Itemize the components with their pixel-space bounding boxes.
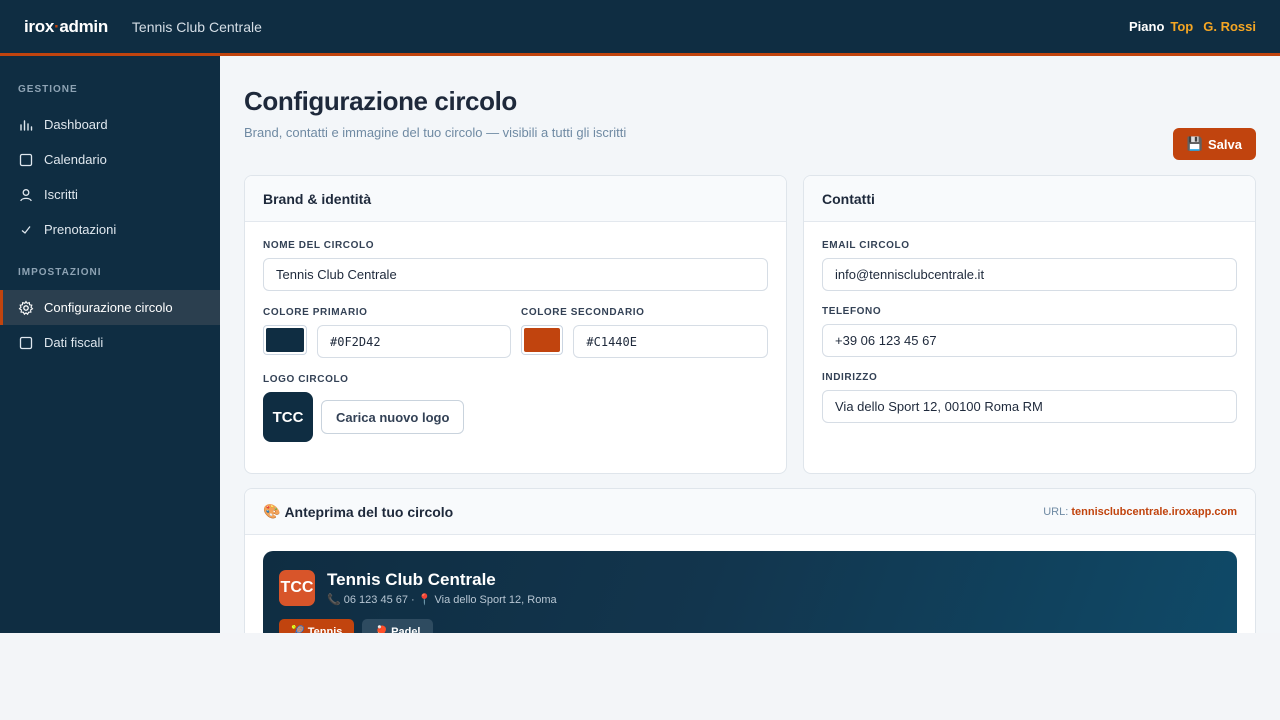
gear-icon bbox=[18, 300, 34, 316]
club-name: Tennis Club Centrale bbox=[131, 18, 262, 35]
brand-card-body: NOME DEL CIRCOLO Tennis Club Centrale CO… bbox=[245, 222, 786, 456]
sidebar-item-iscritti[interactable]: Iscritti bbox=[0, 177, 220, 212]
document-icon bbox=[18, 335, 34, 351]
primary-color-field: COLORE PRIMARIO #0F2D42 bbox=[263, 307, 511, 358]
color-fields: COLORE PRIMARIO #0F2D42 COLORE SECONDARI… bbox=[263, 307, 768, 358]
calendar-icon bbox=[18, 152, 34, 168]
brand-identity-card: Brand & identità NOME DEL CIRCOLO Tennis… bbox=[244, 175, 787, 474]
club-name-input[interactable]: Tennis Club Centrale bbox=[263, 258, 768, 291]
club-logo: TCC bbox=[263, 392, 313, 442]
preview-banner: TCC Tennis Club Centrale 📞 06 123 45 67 … bbox=[263, 551, 1237, 633]
sidebar-item-calendario[interactable]: Calendario bbox=[0, 142, 220, 177]
phone-label: TELEFONO bbox=[822, 306, 882, 317]
sidebar-item-dati-fiscali[interactable]: Dati fiscali bbox=[0, 325, 220, 360]
email-label: EMAIL CIRCOLO bbox=[822, 240, 910, 251]
sidebar-item-prenotazioni[interactable]: Prenotazioni bbox=[0, 212, 220, 247]
url-label: URL: bbox=[1043, 505, 1069, 518]
save-button[interactable]: 💾 Salva bbox=[1172, 128, 1256, 160]
banner-contact-info: 📞 06 123 45 67 · 📍 Via dello Sport 12, R… bbox=[327, 594, 557, 606]
user-icon bbox=[18, 187, 34, 203]
secondary-color-fill bbox=[524, 328, 561, 352]
user-name[interactable]: G. Rossi bbox=[1203, 19, 1256, 34]
secondary-color-label: COLORE SECONDARIO bbox=[521, 307, 645, 318]
sidebar-item-label: Calendario bbox=[44, 152, 107, 167]
club-name-label: NOME DEL CIRCOLO bbox=[263, 240, 375, 251]
preview-card-header: 🎨 Anteprima del tuo circolo URL: tennisc… bbox=[245, 489, 1255, 535]
plan-tier: Top bbox=[1170, 19, 1194, 34]
url-link[interactable]: tennisclubcentrale.iroxapp.com bbox=[1071, 506, 1237, 518]
check-icon bbox=[18, 222, 34, 238]
page-subtitle: Brand, contatti e immagine del tuo circo… bbox=[244, 125, 627, 140]
sidebar-section-impostazioni: IMPOSTAZIONI bbox=[18, 267, 102, 278]
main-content: Configurazione circolo Brand, contatti e… bbox=[220, 56, 1280, 633]
club-url: URL: tennisclubcentrale.iroxapp.com bbox=[1043, 506, 1237, 518]
banner-logo: TCC bbox=[279, 570, 315, 606]
plan-label: Piano bbox=[1128, 19, 1165, 34]
preview-card-title: Anteprima del tuo circolo bbox=[284, 503, 454, 520]
save-button-label: Salva bbox=[1208, 136, 1242, 152]
phone-field[interactable]: +39 06 123 45 67 bbox=[822, 324, 1237, 357]
primary-color-input[interactable]: #0F2D42 bbox=[317, 325, 511, 358]
secondary-color-field: COLORE SECONDARIO #C1440E bbox=[521, 307, 768, 358]
sidebar-item-dashboard[interactable]: Dashboard bbox=[0, 107, 220, 142]
account-area: Piano Top G. Rossi bbox=[1129, 19, 1256, 34]
secondary-color-input[interactable]: #C1440E bbox=[573, 325, 768, 358]
sidebar-item-configurazione-circolo[interactable]: Configurazione circolo bbox=[0, 290, 220, 325]
page-title: Configurazione circolo bbox=[244, 86, 517, 116]
top-bar: irox·admin Tennis Club Centrale Piano To… bbox=[0, 0, 1280, 56]
sidebar-item-label: Configurazione circolo bbox=[44, 300, 173, 315]
app-logo[interactable]: irox·admin bbox=[24, 17, 108, 37]
floppy-disk-icon: 💾 bbox=[1186, 136, 1204, 151]
secondary-color-swatch[interactable] bbox=[521, 325, 564, 355]
address-field[interactable]: Via dello Sport 12, 00100 Roma RM bbox=[822, 390, 1237, 423]
brand-card-title: Brand & identità bbox=[245, 176, 786, 222]
sidebar-item-label: Dati fiscali bbox=[44, 335, 104, 350]
palette-icon: 🎨 bbox=[263, 503, 281, 519]
sidebar-item-label: Dashboard bbox=[44, 117, 108, 132]
primary-color-fill bbox=[266, 328, 304, 352]
chip-tennis[interactable]: 🎾 Tennis bbox=[279, 619, 355, 633]
contacts-card-body: EMAIL CIRCOLO info@tennisclubcentrale.it… bbox=[804, 222, 1255, 437]
preview-card: 🎨 Anteprima del tuo circolo URL: tennisc… bbox=[244, 488, 1256, 633]
sidebar-section-gestione: GESTIONE bbox=[18, 84, 78, 95]
primary-color-label: COLORE PRIMARIO bbox=[263, 307, 368, 318]
email-field[interactable]: info@tennisclubcentrale.it bbox=[822, 258, 1237, 291]
brand-right: admin bbox=[59, 16, 108, 36]
bar-chart-icon bbox=[18, 117, 34, 133]
primary-color-swatch[interactable] bbox=[263, 325, 307, 355]
contacts-card-title: Contatti bbox=[804, 176, 1255, 222]
brand-left: irox bbox=[24, 16, 54, 36]
logo-row: TCC Carica nuovo logo bbox=[263, 392, 768, 442]
upload-logo-button[interactable]: Carica nuovo logo bbox=[321, 400, 465, 434]
address-label: INDIRIZZO bbox=[822, 372, 878, 383]
sport-chips: 🎾 Tennis 🏓 Padel bbox=[279, 619, 433, 633]
sidebar-item-label: Iscritti bbox=[44, 187, 78, 202]
banner-club-name: Tennis Club Centrale bbox=[327, 570, 496, 589]
app-window: irox·admin Tennis Club Centrale Piano To… bbox=[0, 0, 1280, 633]
contacts-card: Contatti EMAIL CIRCOLO info@tennisclubce… bbox=[803, 175, 1256, 474]
chip-padel[interactable]: 🏓 Padel bbox=[362, 619, 433, 633]
logo-label: LOGO CIRCOLO bbox=[263, 374, 349, 385]
sidebar-item-label: Prenotazioni bbox=[44, 222, 117, 237]
sidebar: GESTIONE Dashboard Calendario Iscritti P… bbox=[0, 56, 220, 633]
